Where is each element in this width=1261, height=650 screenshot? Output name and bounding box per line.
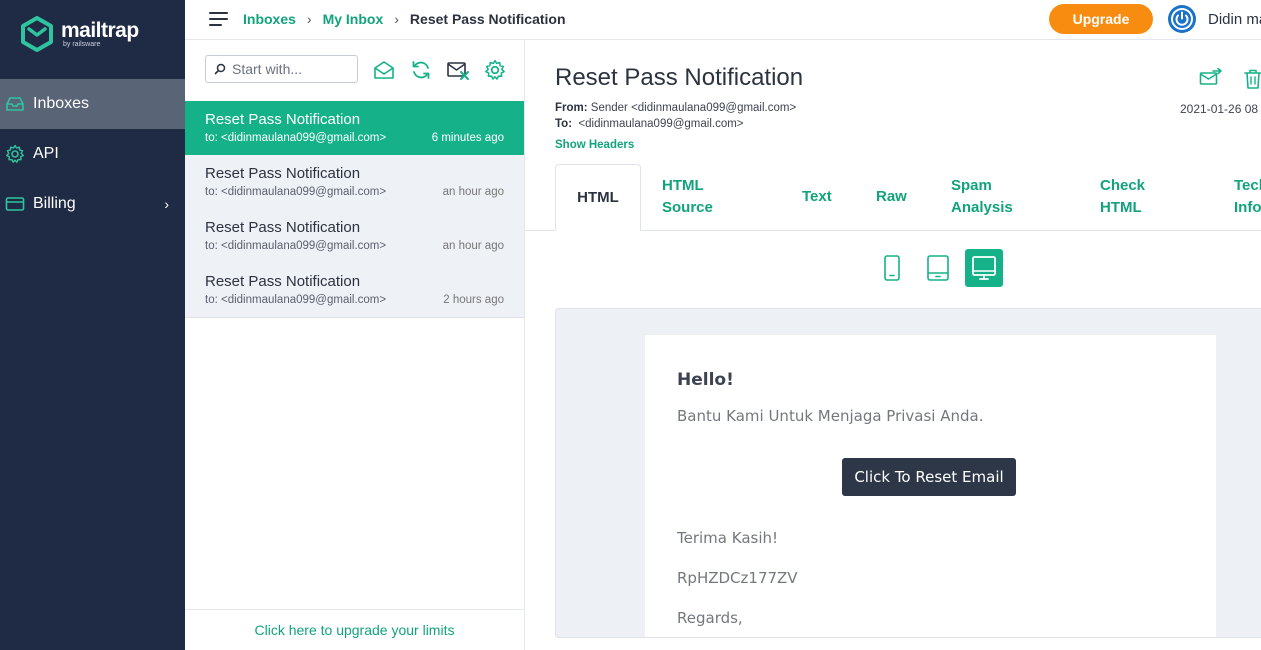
top-bar: Inboxes › My Inbox › Reset Pass Notifica… [185,0,1261,40]
email-thanks: Terima Kasih! [677,529,779,547]
breadcrumb-separator: › [306,11,312,27]
phone-icon[interactable] [873,249,911,287]
message-subject: Reset Pass Notification [205,111,361,128]
tab-text[interactable]: Text [802,164,832,230]
from-label: From: [555,102,588,114]
breadcrumb-current: Reset Pass Notification [409,11,566,27]
search-box[interactable] [205,55,358,83]
email-code: RpHZDCz177ZV [677,569,798,587]
tab-spam-analysis[interactable]: Spam Analysis [951,164,1031,230]
message-recipient: to: <didinmaulana099@gmail.com> [205,294,387,306]
message-subject: Reset Pass Notification [205,219,361,236]
show-headers-link[interactable]: Show Headers [555,139,634,151]
to-value: <didinmaulana099@gmail.com> [578,118,744,130]
message-detail: Reset Pass Notification From: Sender <di… [525,40,1261,650]
message-list-item[interactable]: Reset Pass Notification to: <didinmaulan… [185,263,524,318]
email-intro: Bantu Kami Untuk Menjaga Privasi Anda. [677,407,984,425]
message-time: an hour ago [442,240,504,252]
email-regards: Regards, [677,609,743,627]
message-recipient: to: <didinmaulana099@gmail.com> [205,132,387,144]
message-recipient: to: <didinmaulana099@gmail.com> [205,186,387,198]
menu-toggle-icon[interactable] [209,11,229,27]
mark-read-icon[interactable] [373,59,395,81]
user-name[interactable]: Didin ma [1208,11,1261,28]
breadcrumb-separator: › [394,11,399,27]
message-subject: Reset Pass Notification [205,165,361,182]
message-list-item[interactable]: Reset Pass Notification to: <didinmaulan… [185,101,524,156]
upgrade-limits-link[interactable]: Click here to upgrade your limits [185,609,524,650]
tab-html-source[interactable]: HTML Source [662,164,742,230]
credit-card-icon [5,194,25,214]
tab-html[interactable]: HTML [555,164,641,231]
clear-inbox-icon[interactable] [446,59,469,81]
message-time: 2 hours ago [443,294,504,306]
power-icon[interactable] [1167,4,1197,34]
message-date: 2021-01-26 08 [1180,102,1259,116]
email-greeting: Hello! [677,370,734,390]
from-value: Sender <didinmaulana099@gmail.com> [590,102,797,114]
reset-email-button[interactable]: Click To Reset Email [842,458,1016,496]
sidebar-item-label: API [33,145,59,162]
upgrade-button[interactable]: Upgrade [1049,4,1153,34]
from-line: From: Sender <didinmaulana099@gmail.com> [555,102,796,114]
message-tabs: HTML HTML Source Text Raw Spam Analysis … [525,164,1261,231]
to-line: To: <didinmaulana099@gmail.com> [555,118,744,130]
chevron-right-icon: › [164,196,169,212]
search-icon [214,63,226,75]
desktop-icon[interactable] [965,249,1003,287]
device-switcher [525,249,1261,289]
message-recipient: to: <didinmaulana099@gmail.com> [205,240,387,252]
sidebar-nav: Inboxes API Billing › [0,79,185,229]
brand-name: mailtrap [61,18,139,42]
inbox-icon [5,94,25,114]
sidebar-item-label: Inboxes [33,95,90,112]
tab-tech-info[interactable]: Tech Info [1234,164,1261,230]
sidebar-item-label: Billing [33,195,76,212]
breadcrumb: Inboxes › My Inbox › Reset Pass Notifica… [243,11,566,27]
brand-sub: by railsware [63,40,101,48]
refresh-icon[interactable] [410,59,432,81]
gear-icon [5,144,25,164]
search-input[interactable] [232,61,350,77]
settings-icon[interactable] [484,59,506,81]
trash-icon[interactable] [1243,68,1261,90]
tab-raw[interactable]: Raw [876,164,907,230]
forward-icon[interactable] [1199,67,1223,90]
email-body: Hello! Bantu Kami Untuk Menjaga Privasi … [645,335,1216,637]
sidebar-item-inboxes[interactable]: Inboxes [0,79,185,129]
mailtrap-logo-icon [21,16,53,52]
message-list-panel: Reset Pass Notification to: <didinmaulan… [185,40,525,650]
message-subject: Reset Pass Notification [205,273,361,290]
to-label: To: [555,118,573,130]
tab-check-html[interactable]: Check HTML [1100,164,1160,230]
email-preview: Hello! Bantu Kami Untuk Menjaga Privasi … [555,308,1261,638]
message-time: 6 minutes ago [431,132,504,144]
sidebar: mailtrap by railsware Inboxes API Billin… [0,0,185,650]
mailtrap-logo[interactable]: mailtrap by railsware [20,16,139,52]
sidebar-item-billing[interactable]: Billing › [0,179,185,229]
message-title: Reset Pass Notification [555,64,804,91]
breadcrumb-inboxes[interactable]: Inboxes [243,11,296,27]
message-time: an hour ago [442,186,504,198]
message-list-item[interactable]: Reset Pass Notification to: <didinmaulan… [185,155,524,210]
tablet-icon[interactable] [919,249,957,287]
breadcrumb-my-inbox[interactable]: My Inbox [323,11,384,27]
sidebar-item-api[interactable]: API [0,129,185,179]
message-list-item[interactable]: Reset Pass Notification to: <didinmaulan… [185,209,524,264]
